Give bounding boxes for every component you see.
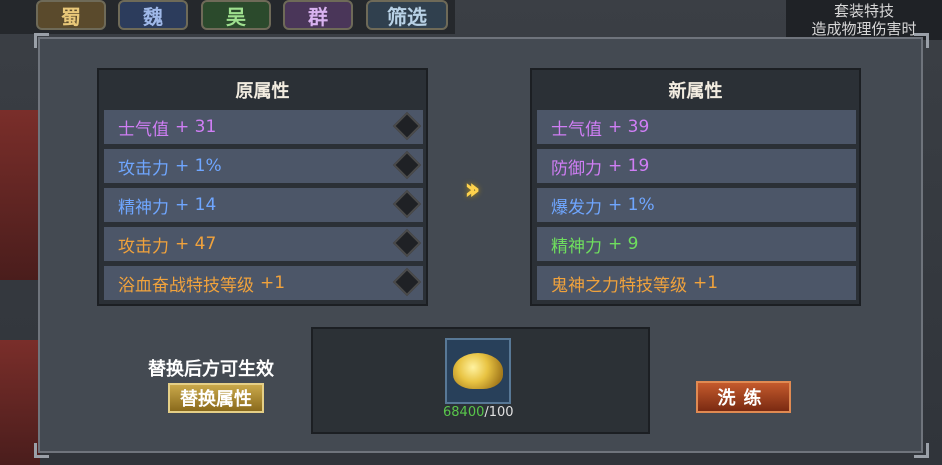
attr-value: + 39: [608, 117, 650, 137]
new-attr-row: 士气值 + 39: [537, 110, 856, 144]
attr-name: 精神力: [118, 197, 169, 218]
new-attributes-title: 新属性: [668, 81, 723, 102]
attr-value: + 14: [175, 195, 217, 215]
attr-value: + 1%: [608, 195, 655, 215]
old-attr-row: 攻击力 + 47: [104, 227, 423, 261]
set-skill-title: 套装特技: [833, 2, 894, 20]
attr-value: + 1%: [175, 156, 222, 176]
tab-filter[interactable]: 筛选: [366, 0, 448, 30]
double-chevron-right-icon: ››: [464, 172, 480, 207]
gold-ore-icon: [453, 353, 503, 389]
tab-wu[interactable]: 吴: [201, 0, 271, 30]
cost-have: 68400: [443, 405, 485, 420]
attr-name: 士气值: [551, 119, 602, 140]
old-attributes-title: 原属性: [235, 81, 290, 102]
attr-value: +1: [260, 273, 286, 293]
lock-slot-icon[interactable]: [392, 228, 422, 258]
dialog-corner: [914, 443, 929, 458]
faction-tab-bar: 蜀 魏 吴 群 筛选: [0, 0, 455, 34]
old-attr-row: 士气值 + 31: [104, 110, 423, 144]
dialog-corner: [34, 443, 49, 458]
attr-name: 爆发力: [551, 197, 602, 218]
tab-shu[interactable]: 蜀: [36, 0, 106, 30]
lock-slot-icon[interactable]: [392, 111, 422, 141]
new-attributes-panel: 新属性 士气值 + 39 防御力 + 19 爆发力 + 1% 精神力 + 9 鬼…: [530, 68, 861, 306]
old-attr-row: 精神力 + 14: [104, 188, 423, 222]
attr-value: + 9: [608, 234, 639, 254]
attr-name: 士气值: [118, 119, 169, 140]
dialog-corner: [34, 33, 49, 48]
hero-card-1[interactable]: [0, 110, 40, 280]
attr-name: 鬼神之力特技等级: [551, 275, 687, 296]
old-attributes-panel: 原属性 士气值 + 31 攻击力 + 1% 精神力 + 14 攻击力 + 47 …: [97, 68, 428, 306]
attr-value: +1: [693, 273, 719, 293]
apply-hint-text: 替换后方可生效: [148, 359, 274, 380]
new-attr-row: 防御力 + 19: [537, 149, 856, 183]
attr-name: 防御力: [551, 158, 602, 179]
attr-name: 精神力: [551, 236, 602, 257]
old-attr-row: 浴血奋战特技等级 +1: [104, 266, 423, 300]
dialog-corner: [914, 33, 929, 48]
attr-name: 攻击力: [118, 236, 169, 257]
attr-name: 攻击力: [118, 158, 169, 179]
new-attr-row: 爆发力 + 1%: [537, 188, 856, 222]
attr-value: + 19: [608, 156, 650, 176]
new-attr-row: 精神力 + 9: [537, 227, 856, 261]
lock-slot-icon[interactable]: [392, 189, 422, 219]
attr-value: + 31: [175, 117, 217, 137]
cost-count: 68400/100: [443, 405, 514, 420]
tab-qun[interactable]: 群: [283, 0, 353, 30]
new-attr-row: 鬼神之力特技等级 +1: [537, 266, 856, 300]
attr-value: + 47: [175, 234, 217, 254]
old-attr-row: 攻击力 + 1%: [104, 149, 423, 183]
replace-attributes-button[interactable]: 替换属性: [168, 383, 264, 413]
lock-slot-icon[interactable]: [392, 267, 422, 297]
lock-slot-icon[interactable]: [392, 150, 422, 180]
cost-need: /100: [484, 405, 514, 420]
attr-name: 浴血奋战特技等级: [118, 275, 254, 296]
gold-ore-item[interactable]: [445, 338, 511, 404]
tab-wei[interactable]: 魏: [118, 0, 188, 30]
refine-button[interactable]: 洗练: [696, 381, 791, 413]
